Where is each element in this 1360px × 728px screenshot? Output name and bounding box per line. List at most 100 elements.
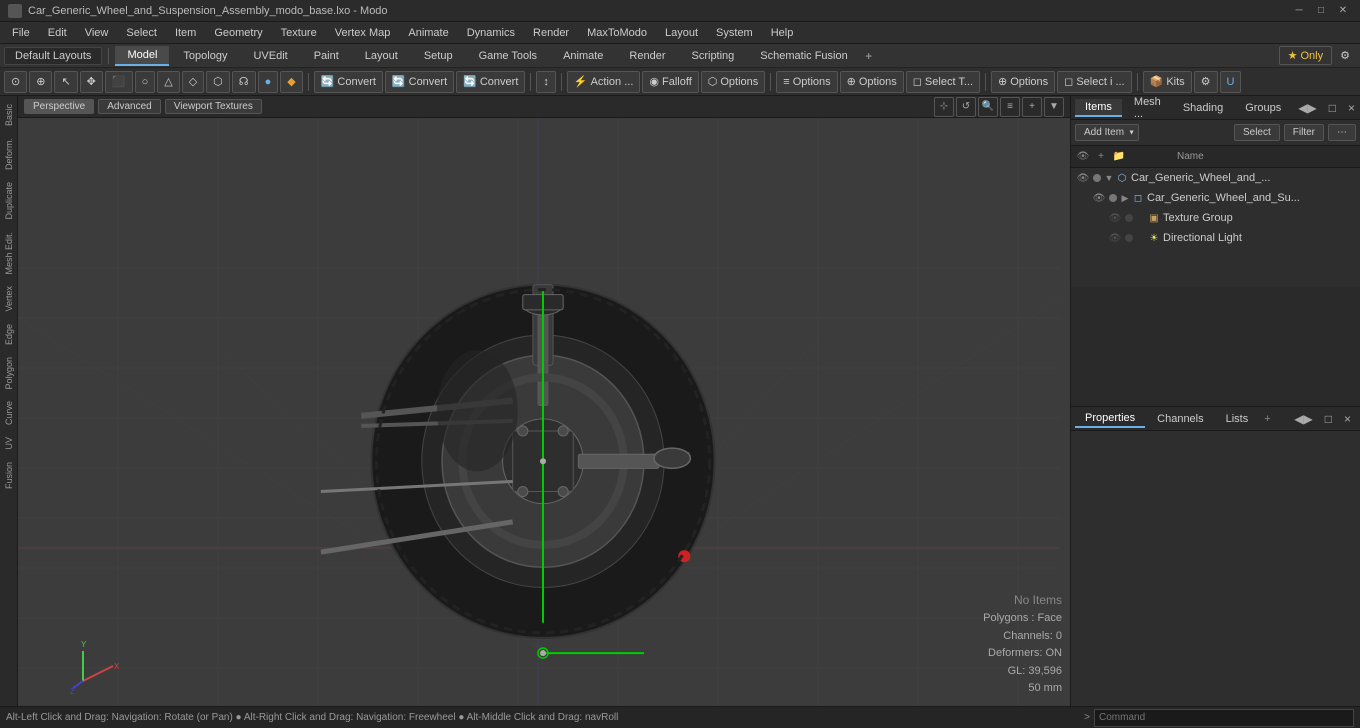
viewport-rotate-button[interactable]: ↺ [956,97,976,117]
tab-animate[interactable]: Animate [551,47,615,65]
props-tab-properties[interactable]: Properties [1075,410,1145,428]
items-add-icon[interactable]: + [1093,149,1109,165]
sidebar-tab-mesh-edit[interactable]: Mesh Edit. [2,226,16,281]
panel-tab-shading[interactable]: Shading [1173,100,1233,116]
tree-item-mesh[interactable]: 👁 ▶ ◻ Car_Generic_Wheel_and_Su... [1087,188,1360,208]
select-i-button[interactable]: ◻ Select i ... [1057,71,1131,93]
tree-expand-root[interactable]: ▼ [1103,173,1115,183]
select-button[interactable]: Select [1234,124,1280,141]
items-folder-icon[interactable]: 📁 [1111,149,1127,165]
viewport-expand-button[interactable]: ▼ [1044,97,1064,117]
tab-paint[interactable]: Paint [302,47,351,65]
sidebar-tab-uv[interactable]: UV [2,431,16,456]
sidebar-tab-vertex[interactable]: Vertex [2,280,16,318]
tool-hex[interactable]: ⬡ [206,71,230,93]
menu-file[interactable]: File [4,25,38,41]
menu-edit[interactable]: Edit [40,25,75,41]
sidebar-tab-polygon[interactable]: Polygon [2,351,16,396]
menu-help[interactable]: Help [763,25,802,41]
tool-tris[interactable]: △ [157,71,179,93]
menu-render[interactable]: Render [525,25,577,41]
viewport-zoom-button[interactable]: 🔍 [978,97,998,117]
viewport-tab-perspective[interactable]: Perspective [24,99,94,114]
tree-eye-mesh[interactable]: 👁 [1091,190,1107,206]
maximize-button[interactable]: □ [1312,3,1330,19]
menu-system[interactable]: System [708,25,761,41]
tree-eye-root[interactable]: 👁 [1075,170,1091,186]
tool-move[interactable]: ✥ [80,71,103,93]
tool-box[interactable]: ⬛ [105,71,133,93]
menu-view[interactable]: View [77,25,117,41]
titlebar-controls[interactable]: ─ □ ✕ [1290,3,1352,19]
tool-transform[interactable]: ↖ [54,71,77,93]
items-eye-icon[interactable]: 👁 [1075,149,1091,165]
panel-tab-groups[interactable]: Groups [1235,100,1291,116]
tree-item-root[interactable]: 👁 ▼ ⬡ Car_Generic_Wheel_and_... [1071,168,1360,188]
tab-render[interactable]: Render [617,47,677,65]
menu-dynamics[interactable]: Dynamics [459,25,523,41]
options-button-2[interactable]: ≡ Options [776,71,837,93]
action-button[interactable]: ⚡ Action ... [567,71,641,93]
tool-diamond-fill[interactable]: ◆ [280,71,302,93]
symmetry-button[interactable]: ↕ [536,71,556,93]
menu-layout[interactable]: Layout [657,25,706,41]
sidebar-tab-fusion[interactable]: Fusion [2,456,16,495]
sidebar-tab-deform[interactable]: Deform. [2,132,16,176]
minimize-button[interactable]: ─ [1290,3,1308,19]
menu-item[interactable]: Item [167,25,204,41]
props-add-tab-button[interactable]: + [1264,413,1270,425]
props-tab-lists[interactable]: Lists [1216,411,1259,427]
tab-schematic-fusion[interactable]: Schematic Fusion [748,47,859,65]
layout-settings-button[interactable]: ⚙ [1334,47,1356,64]
viewport-fit-button[interactable]: ⊹ [934,97,954,117]
menu-texture[interactable]: Texture [273,25,325,41]
panel-collapse-button[interactable]: ◀▶ [1293,100,1321,116]
filter-button[interactable]: Filter [1284,124,1324,141]
tool-circle-fill[interactable]: ● [258,71,279,93]
tool-select-points[interactable]: ⊕ [29,71,52,93]
options-button-1[interactable]: ⬡ Options [701,71,766,93]
select-t-button[interactable]: ◻ Select T... [906,71,980,93]
close-button[interactable]: ✕ [1334,3,1352,19]
tab-game-tools[interactable]: Game Tools [467,47,550,65]
settings-icon-btn[interactable]: ⚙ [1194,71,1218,93]
props-expand-button[interactable]: ◀▶ [1289,411,1317,427]
options-button-4[interactable]: ⊕ Options [991,71,1055,93]
kits-button[interactable]: 📦 Kits [1143,71,1192,93]
add-item-button[interactable]: Add Item [1075,124,1139,141]
tab-uvedit[interactable]: UVEdit [241,47,299,65]
command-input[interactable] [1094,709,1354,727]
sidebar-tab-curve[interactable]: Curve [2,395,16,431]
convert-button-3[interactable]: 🔄 Convert [456,71,525,93]
viewport-tab-textures[interactable]: Viewport Textures [165,99,262,114]
tab-layout[interactable]: Layout [353,47,410,65]
add-tab-button[interactable]: + [862,49,876,63]
tree-item-light[interactable]: 👁 ☀ Directional Light [1103,228,1360,248]
viewport-add-button[interactable]: + [1022,97,1042,117]
props-close-button[interactable]: × [1339,411,1356,427]
viewport-tab-advanced[interactable]: Advanced [98,99,160,114]
sidebar-tab-duplicate[interactable]: Duplicate [2,176,16,226]
menu-vertex-map[interactable]: Vertex Map [327,25,399,41]
convert-button-1[interactable]: 🔄 Convert [314,71,383,93]
only-button[interactable]: ★ Only [1279,46,1333,65]
viewport[interactable]: Perspective Advanced Viewport Textures ⊹… [18,96,1070,706]
tree-eye-light[interactable]: 👁 [1107,230,1123,246]
props-tab-channels[interactable]: Channels [1147,411,1213,427]
sidebar-tab-basic[interactable]: Basic [2,98,16,132]
menu-select[interactable]: Select [118,25,165,41]
menu-geometry[interactable]: Geometry [206,25,270,41]
sidebar-tab-edge[interactable]: Edge [2,318,16,351]
tab-scripting[interactable]: Scripting [680,47,747,65]
tool-select-items[interactable]: ⊙ [4,71,27,93]
tab-topology[interactable]: Topology [171,47,239,65]
options-button-3[interactable]: ⊕ Options [840,71,904,93]
tree-item-texture[interactable]: 👁 ▣ Texture Group [1103,208,1360,228]
menu-animate[interactable]: Animate [400,25,456,41]
convert-button-2[interactable]: 🔄 Convert [385,71,454,93]
tree-eye-texture[interactable]: 👁 [1107,210,1123,226]
props-maximize-button[interactable]: □ [1320,411,1337,427]
tool-loop[interactable]: ☊ [232,71,256,93]
tool-diamond[interactable]: ◇ [182,71,204,93]
panel-close-button[interactable]: × [1343,100,1360,116]
